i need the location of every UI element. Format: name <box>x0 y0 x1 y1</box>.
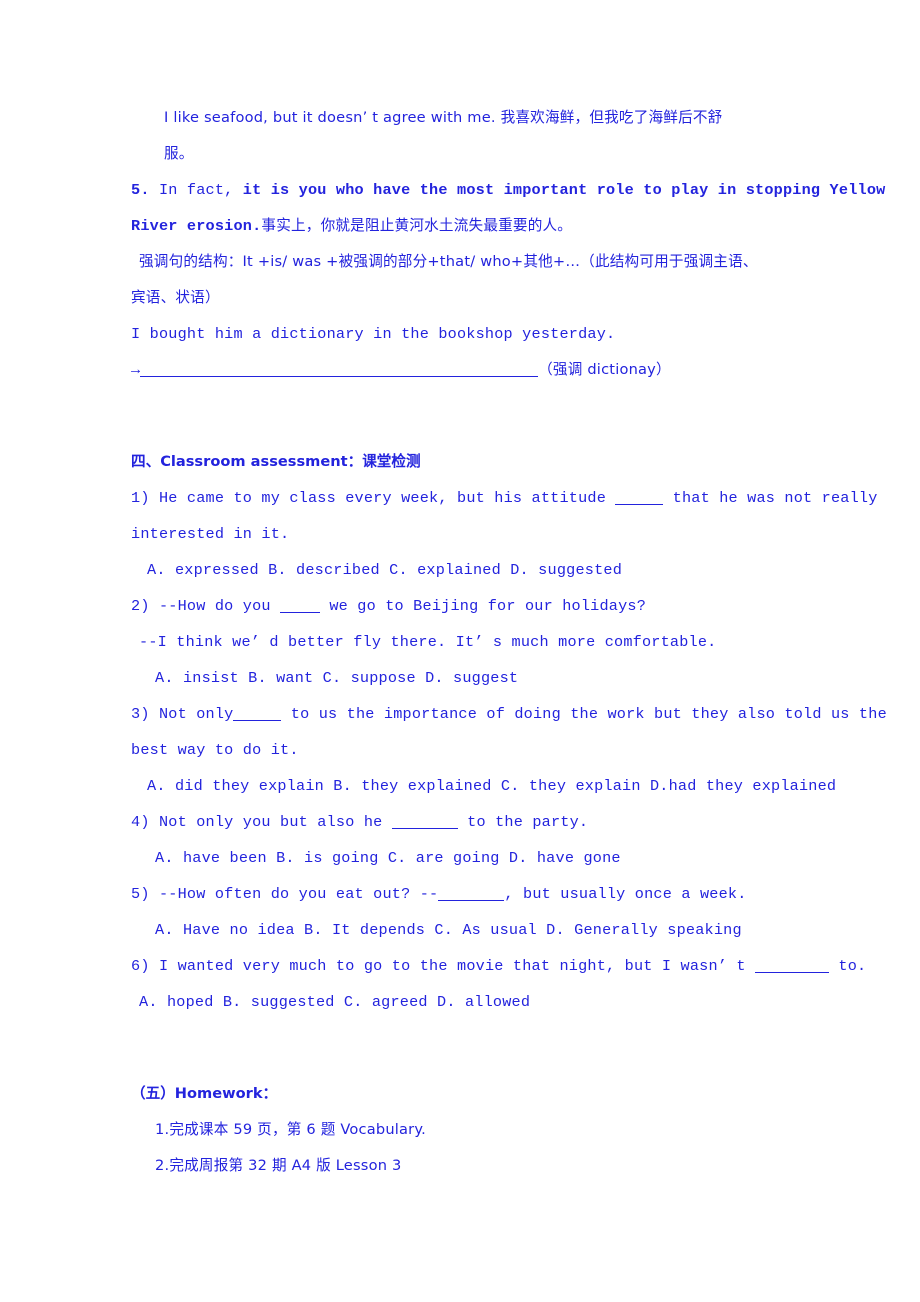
question-6-options: A. hoped B. suggested C. agreed D. allow… <box>131 984 791 1020</box>
example-sentence-line-1: I like seafood, but it doesn’ t agree wi… <box>131 100 791 136</box>
question-1-stem-line-2-text: interested in it. <box>131 525 290 543</box>
question-2-stem-line-2-text: --I think we’ d better fly there. It’ s … <box>139 633 717 651</box>
section-spacer-1 <box>131 388 791 444</box>
right-arrow-icon: → <box>131 361 141 379</box>
question-6-number: 6) <box>131 957 150 975</box>
question-3-options-text: A. did they explain B. they explained C.… <box>147 777 837 795</box>
item5-practice-answer-row: → （强调 dictionay） <box>131 352 791 388</box>
document-page: I like seafood, but it doesn’ t agree wi… <box>0 0 920 1302</box>
example-sentence-line-2-text: 服。 <box>164 145 194 162</box>
item5-structure-note-line-2: 宾语、状语） <box>131 280 791 316</box>
question-2-stem-line-1: 2) --How do you we go to Beijing for our… <box>131 588 791 624</box>
homework-heading-text: （五）Homework： <box>131 1085 278 1102</box>
homework-item-2: 2.完成周报第 32 期 A4 版 Lesson 3 <box>131 1148 791 1184</box>
question-4-stem-before: Not only you but also he <box>149 813 392 831</box>
question-3-stem-line-2-text: best way to do it. <box>131 741 299 759</box>
homework-item-1: 1.完成课本 59 页，第 6 题 Vocabulary. <box>131 1112 791 1148</box>
document-content: I like seafood, but it doesn’ t agree wi… <box>131 100 887 1184</box>
question-6-blank[interactable] <box>755 972 830 973</box>
item5-line-2: River erosion.事实上，你就是阻止黄河水土流失最重要的人。 <box>131 208 791 244</box>
item5-lead: In fact, <box>149 181 243 199</box>
item5-bold-part2: River erosion. <box>131 217 262 235</box>
item5-structure-note-line-1: 强调句的结构：It +is/ was +被强调的部分+that/ who+其他+… <box>131 244 791 280</box>
question-1-stem-line-2: interested in it. <box>131 516 791 552</box>
question-3-options: A. did they explain B. they explained C.… <box>131 768 836 804</box>
question-6-stem-line-1: 6) I wanted very much to go to the movie… <box>131 948 866 984</box>
item5-line-1: 5. In fact, it is you who have the most … <box>131 172 885 208</box>
question-5-stem-line-1: 5) --How often do you eat out? -- , but u… <box>131 876 791 912</box>
example-sentence-line-2: 服。 <box>131 136 791 172</box>
question-4-options: A. have been B. is going C. are going D.… <box>131 840 791 876</box>
item5-structure-note-line-2-text: 宾语、状语） <box>131 289 220 306</box>
homework-heading: （五）Homework： <box>131 1076 791 1112</box>
question-2-number: 2) <box>131 597 150 615</box>
question-4-stem-line-1: 4) Not only you but also he to the party… <box>131 804 791 840</box>
question-1-stem-before: He came to my class every week, but his … <box>149 489 616 507</box>
question-5-number: 5) <box>131 885 150 903</box>
item5-practice-hint: （强调 dictionay） <box>538 361 671 378</box>
question-5-blank[interactable] <box>438 900 505 901</box>
assessment-heading: 四、Classroom assessment：课堂检测 <box>131 444 791 480</box>
question-3-number: 3) <box>131 705 150 723</box>
question-3-stem-after: to us the importance of doing the work b… <box>281 705 887 723</box>
question-1-number: 1) <box>131 489 150 507</box>
item5-number: 5. <box>131 181 150 199</box>
question-2-stem-after: we go to Beijing for our holidays? <box>320 597 647 615</box>
question-6-stem-after: to. <box>829 957 867 975</box>
question-2-stem-line-2: --I think we’ d better fly there. It’ s … <box>131 624 791 660</box>
example-sentence-line-1-text: I like seafood, but it doesn’ t agree wi… <box>164 109 723 126</box>
question-2-options: A. insist B. want C. suppose D. suggest <box>131 660 791 696</box>
question-5-stem-before: --How often do you eat out? -- <box>149 885 439 903</box>
assessment-heading-text: 四、Classroom assessment：课堂检测 <box>131 453 421 470</box>
question-2-stem-before: --How do you <box>149 597 281 615</box>
item5-structure-note-line-1-text: 强调句的结构：It +is/ was +被强调的部分+that/ who+其他+… <box>139 253 758 270</box>
question-1-stem-after: that he was not really <box>663 489 878 507</box>
question-2-options-text: A. insist B. want C. suppose D. suggest <box>155 669 519 687</box>
homework-item-1-text: 1.完成课本 59 页，第 6 题 Vocabulary. <box>155 1121 426 1138</box>
section-spacer-2 <box>131 1020 791 1076</box>
question-6-options-text: A. hoped B. suggested C. agreed D. allow… <box>139 993 531 1011</box>
homework-item-2-text: 2.完成周报第 32 期 A4 版 Lesson 3 <box>155 1157 402 1174</box>
item5-bold-part1: it is you who have the most important ro… <box>242 181 886 199</box>
item5-practice-sentence-text: I bought him a dictionary in the booksho… <box>131 325 616 343</box>
question-3-stem-line-2: best way to do it. <box>131 732 791 768</box>
question-2-blank[interactable] <box>280 612 321 613</box>
question-3-blank[interactable] <box>233 720 282 721</box>
question-4-number: 4) <box>131 813 150 831</box>
question-4-blank[interactable] <box>391 828 458 829</box>
item5-practice-sentence: I bought him a dictionary in the booksho… <box>131 316 791 352</box>
question-6-stem-before: I wanted very much to go to the movie th… <box>149 957 756 975</box>
question-4-options-text: A. have been B. is going C. are going D.… <box>155 849 621 867</box>
question-1-blank[interactable] <box>615 504 664 505</box>
question-5-options: A. Have no idea B. It depends C. As usua… <box>131 912 791 948</box>
question-1-stem-line-1: 1) He came to my class every week, but h… <box>131 480 877 516</box>
item5-chinese: 事实上，你就是阻止黄河水土流失最重要的人。 <box>261 217 573 234</box>
question-1-options: A. expressed B. described C. explained D… <box>131 552 791 588</box>
question-1-options-text: A. expressed B. described C. explained D… <box>147 561 623 579</box>
question-3-stem-line-1: 3) Not only to us the importance of doin… <box>131 696 887 732</box>
item5-answer-blank[interactable] <box>140 376 539 377</box>
question-3-stem-before: Not only <box>149 705 234 723</box>
question-4-stem-after: to the party. <box>457 813 589 831</box>
question-5-stem-after: , but usually once a week. <box>504 885 747 903</box>
question-5-options-text: A. Have no idea B. It depends C. As usua… <box>155 921 742 939</box>
